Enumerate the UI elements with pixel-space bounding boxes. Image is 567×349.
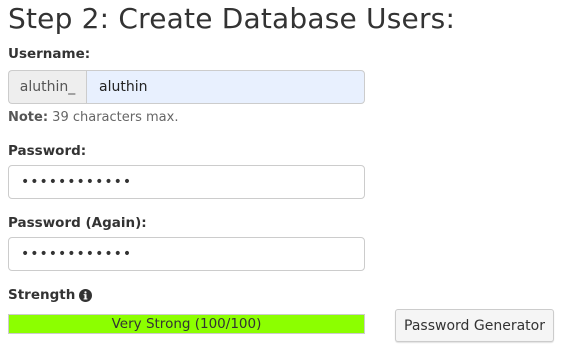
username-note: Note: 39 characters max. bbox=[8, 110, 178, 125]
username-prefix: aluthin_ bbox=[8, 70, 86, 104]
info-circle-icon[interactable] bbox=[79, 288, 93, 302]
strength-meter-text: Very Strong (100/100) bbox=[111, 316, 262, 332]
page-title: Step 2: Create Database Users: bbox=[8, 2, 456, 35]
password-generator-button[interactable]: Password Generator bbox=[395, 309, 554, 342]
password-again-label: Password (Again): bbox=[8, 215, 147, 231]
note-label: Note: bbox=[8, 110, 49, 125]
username-input-group: aluthin_ aluthin bbox=[8, 70, 365, 104]
username-label: Username: bbox=[8, 46, 91, 62]
create-database-users-section: Step 2: Create Database Users: Username:… bbox=[0, 0, 567, 349]
strength-label: Strength bbox=[8, 287, 76, 303]
password-again-input[interactable]: •••••••••••• bbox=[8, 237, 365, 271]
password-label: Password: bbox=[8, 143, 87, 159]
password-strength-meter: Very Strong (100/100) bbox=[8, 314, 365, 334]
username-input[interactable]: aluthin bbox=[86, 70, 365, 104]
password-input[interactable]: •••••••••••• bbox=[8, 165, 365, 199]
strength-label-row: Strength bbox=[8, 287, 93, 303]
note-text: 39 characters max. bbox=[48, 110, 179, 125]
